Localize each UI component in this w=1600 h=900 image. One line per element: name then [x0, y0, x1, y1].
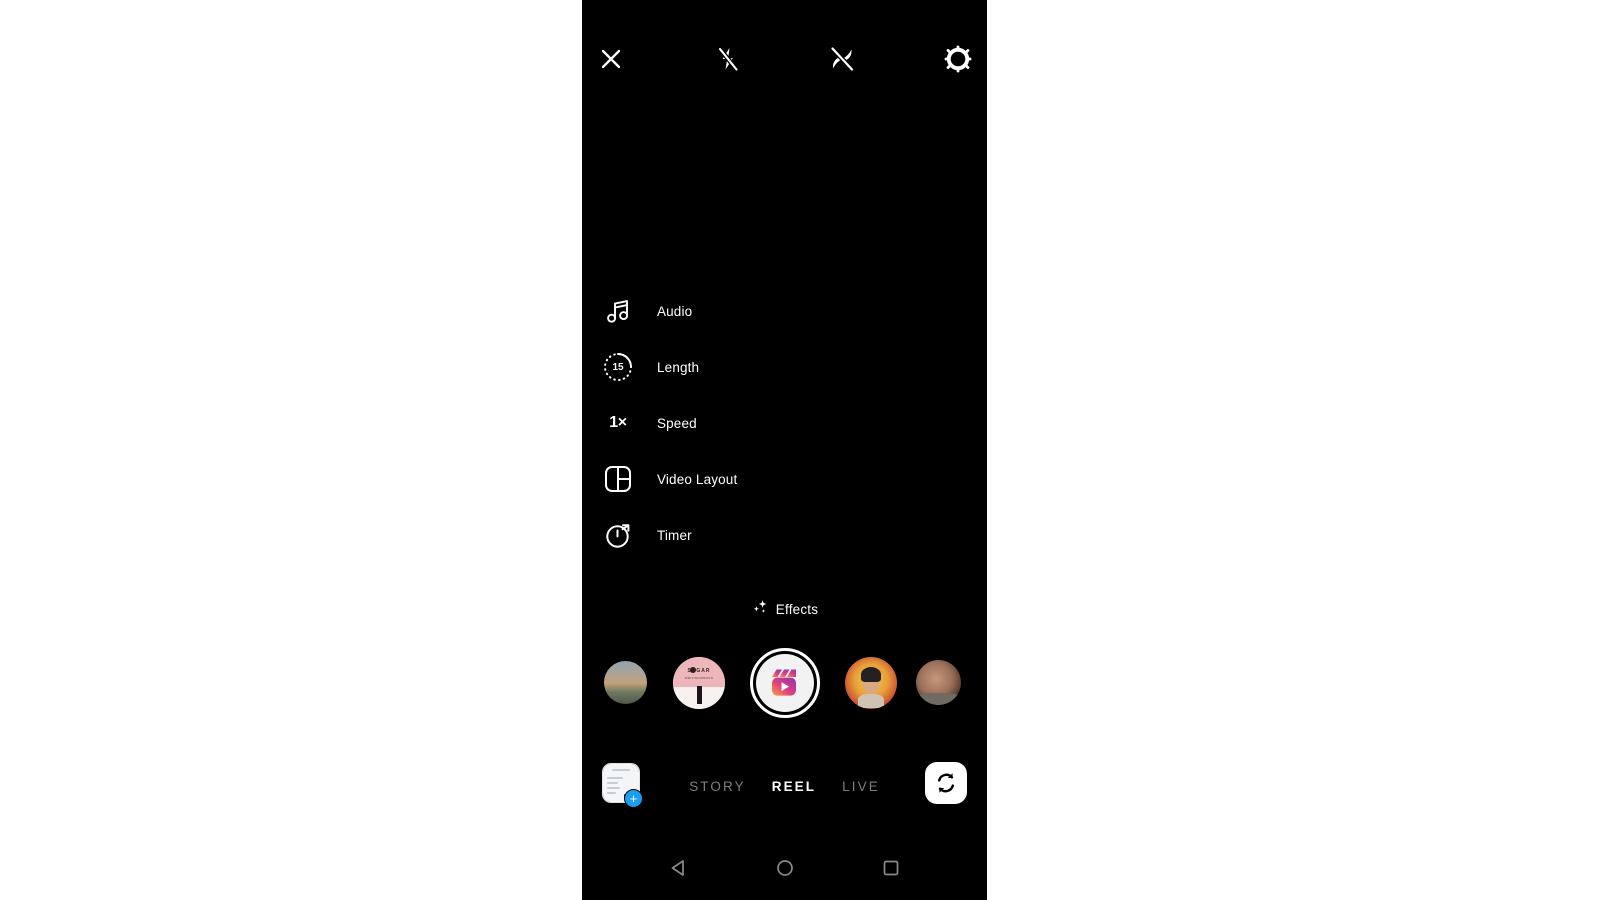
camera-options-menu: Audio 15 Length 1× Speed Video Layout Ti… [596, 283, 926, 563]
speed-icon: 1× [601, 406, 635, 440]
length-value: 15 [612, 361, 624, 373]
camera-top-bar [582, 32, 987, 86]
handsfree-off-icon [830, 46, 855, 72]
flip-camera-button[interactable] [925, 762, 967, 804]
timer-icon [601, 518, 635, 552]
effects-carousel[interactable]: SUGAR WRITINGSWIRLS [582, 648, 987, 728]
mode-tab-reel[interactable]: REEL [772, 779, 816, 794]
android-recents-button[interactable] [874, 851, 908, 885]
effects-label: Effects [775, 602, 819, 617]
flash-off-icon [717, 46, 739, 72]
close-button[interactable] [591, 39, 631, 79]
gear-icon [944, 45, 972, 73]
menu-item-label: Video Layout [657, 471, 738, 487]
video-layout-icon [601, 462, 635, 496]
camera-settings-button[interactable] [938, 39, 978, 79]
sparkles-icon [751, 598, 769, 621]
record-button-inner [756, 654, 814, 712]
handsfree-toggle-button[interactable] [822, 39, 862, 79]
menu-item-label: Length [657, 359, 700, 375]
effect-preview-image [916, 660, 961, 705]
effect-thumbnail-landscape[interactable] [604, 661, 647, 704]
menu-item-audio[interactable]: Audio [596, 283, 926, 339]
menu-item-speed[interactable]: 1× Speed [596, 395, 926, 451]
flash-toggle-button[interactable] [708, 39, 748, 79]
menu-item-video-layout[interactable]: Video Layout [596, 451, 926, 507]
screenshot-canvas: Audio 15 Length 1× Speed Video Layout Ti… [0, 0, 1600, 900]
menu-item-label: Speed [657, 415, 697, 431]
close-icon [601, 49, 621, 69]
mode-tab-live[interactable]: LIVE [842, 779, 880, 794]
home-icon [776, 860, 793, 876]
effect-preview-image [845, 657, 897, 709]
reels-icon [772, 669, 796, 696]
camera-flip-icon [938, 773, 954, 793]
recents-icon [883, 860, 898, 876]
length-icon: 15 [601, 350, 635, 384]
effect-thumbnail-portrait[interactable] [845, 657, 897, 709]
speed-value: 1× [609, 414, 627, 431]
android-home-button[interactable] [768, 851, 802, 885]
menu-item-label: Audio [657, 303, 693, 319]
mode-tab-story[interactable]: STORY [689, 779, 746, 794]
menu-item-length[interactable]: 15 Length [596, 339, 926, 395]
music-note-icon [601, 294, 635, 328]
android-navigation-bar [582, 836, 987, 900]
effects-button[interactable]: Effects [582, 598, 987, 621]
menu-item-timer[interactable]: Timer [596, 507, 926, 563]
effect-preview-image [604, 661, 647, 704]
effect-thumbnail-sugar[interactable]: SUGAR WRITINGSWIRLS [673, 657, 725, 709]
menu-item-label: Timer [657, 527, 692, 543]
camera-bottom-bar: + STORY REEL LIVE [582, 757, 987, 815]
effect-preview-image: SUGAR WRITINGSWIRLS [673, 657, 725, 709]
effect-thumbnail-selfie[interactable] [916, 660, 961, 705]
android-back-button[interactable] [662, 851, 696, 885]
record-button[interactable] [750, 648, 820, 718]
back-icon [671, 860, 684, 876]
phone-screen: Audio 15 Length 1× Speed Video Layout Ti… [582, 0, 987, 900]
